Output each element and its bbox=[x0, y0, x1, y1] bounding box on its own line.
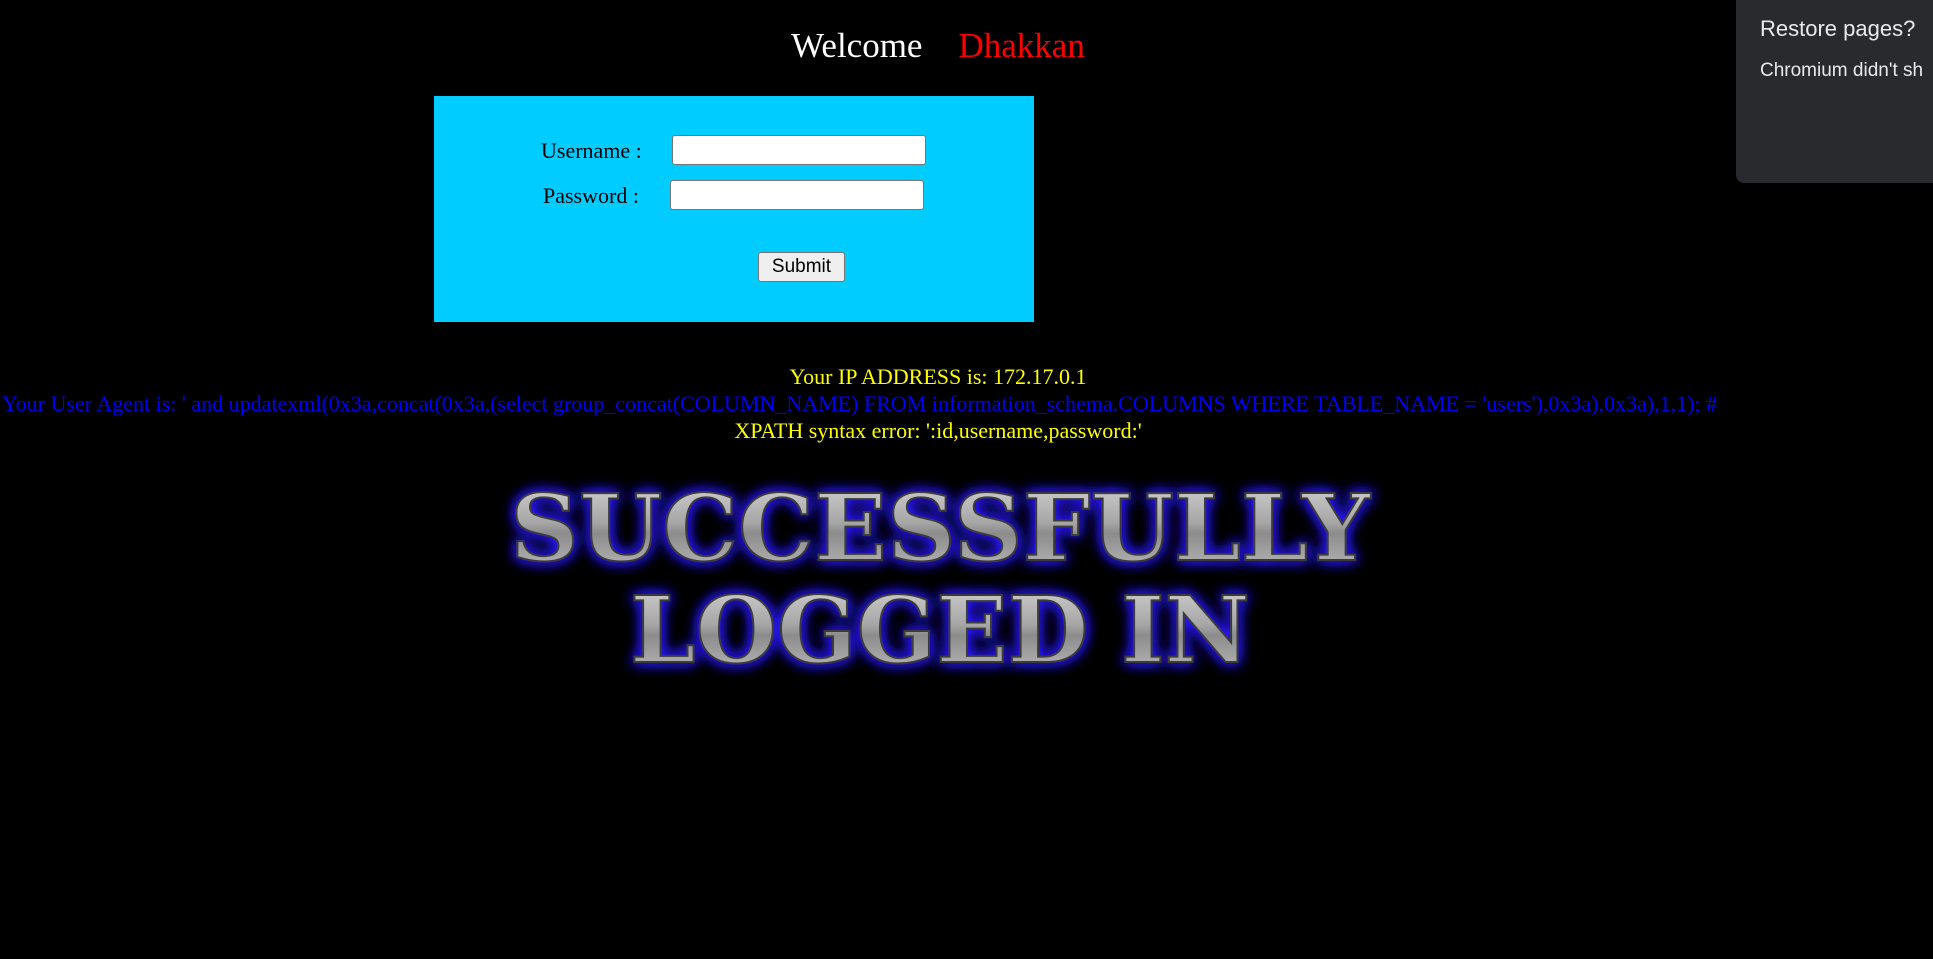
ip-address-text: Your IP ADDRESS is: 172.17.0.1 bbox=[789, 364, 1087, 389]
welcome-name: Dhakkan bbox=[958, 26, 1085, 65]
username-row: Username : bbox=[434, 135, 1034, 167]
password-label: Password : bbox=[543, 183, 639, 208]
submit-button[interactable]: Submit bbox=[758, 252, 845, 282]
success-banner-line1: SUCCESSFULLY bbox=[510, 474, 1371, 582]
success-banner-line2: LOGGED IN bbox=[630, 576, 1250, 680]
success-banner-image: SUCCESSFULLY LOGGED IN bbox=[509, 473, 1372, 680]
username-label: Username : bbox=[541, 138, 642, 163]
restore-popup-title: Restore pages? bbox=[1760, 16, 1916, 41]
password-row: Password : bbox=[434, 180, 1034, 212]
login-form: Username : Password : Submit bbox=[434, 96, 1034, 322]
xpath-error-text: XPATH syntax error: ':id,username,passwo… bbox=[734, 418, 1142, 443]
restore-popup-message: Chromium didn't sh bbox=[1760, 60, 1924, 81]
user-agent-text: Your User Agent is: ' and updatexml(0x3a… bbox=[2, 391, 1718, 416]
username-input[interactable] bbox=[672, 135, 926, 165]
welcome-heading: Welcome Dhakkan bbox=[0, 24, 1876, 68]
restore-pages-popup: Restore pages? Chromium didn't sh bbox=[1736, 0, 1933, 183]
password-input[interactable] bbox=[670, 180, 924, 210]
welcome-text: Welcome bbox=[791, 26, 923, 65]
